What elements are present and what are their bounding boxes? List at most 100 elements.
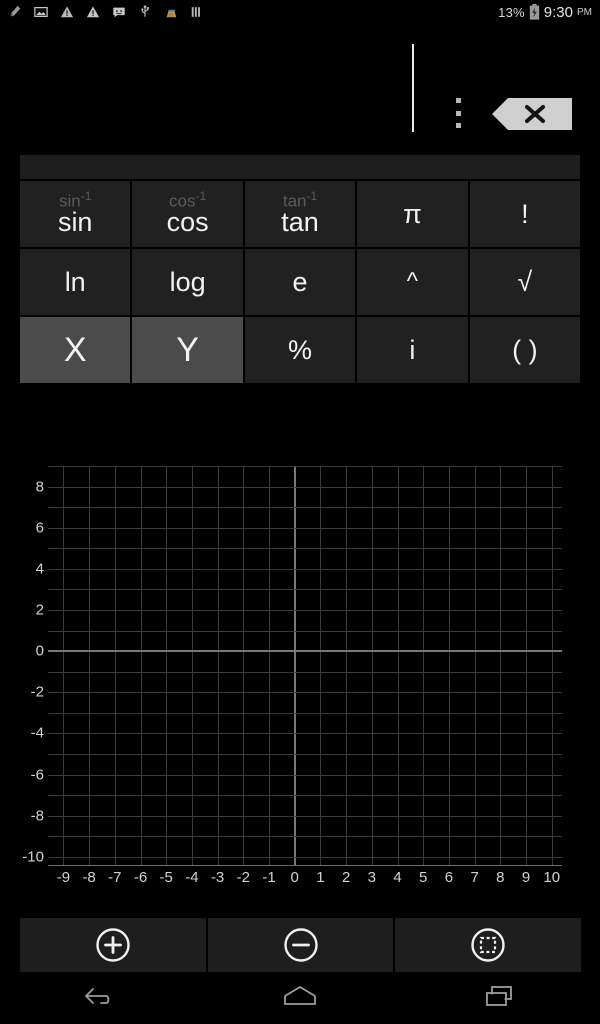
nav-back-button[interactable] <box>50 972 150 1024</box>
key-label: ^ <box>406 268 419 295</box>
usb-icon <box>138 5 152 19</box>
warning-icon <box>60 5 74 19</box>
graph-controls <box>20 918 582 972</box>
graph-x-tick-label: 8 <box>496 869 505 886</box>
key-[interactable]: ( ) <box>469 317 581 383</box>
graph-x-tick-label: 5 <box>419 869 428 886</box>
graph-gridline-horizontal <box>48 507 562 509</box>
graph-x-tick-label: -3 <box>210 869 225 886</box>
graph-x-tick-label: 1 <box>316 869 325 886</box>
battery-percent-label: 13% <box>498 4 525 20</box>
key-i[interactable]: i <box>357 317 468 383</box>
key-[interactable]: π <box>357 181 468 247</box>
graph-x-tick-label: 9 <box>521 869 531 886</box>
nav-home-button[interactable] <box>250 972 350 1024</box>
key-label: √ <box>517 266 533 297</box>
key-label: π <box>403 198 422 229</box>
key-e[interactable]: e <box>244 249 356 315</box>
graph-y-tick-label: -2 <box>30 683 44 701</box>
key-[interactable]: % <box>244 317 356 383</box>
graph-gridline-horizontal <box>48 795 562 797</box>
keypad-rows: sin-1 sin cos-1 cos tan-1 tan π! ln log e ^ √ X Y% i ( … <box>20 181 581 383</box>
graph-gridline-horizontal <box>48 836 562 838</box>
graph-x-axis <box>48 650 562 653</box>
key-[interactable]: ^ <box>357 249 468 315</box>
key-label: ln <box>64 266 86 297</box>
graph-y-tick-label: 4 <box>35 560 44 578</box>
graph-panel[interactable]: 8 6 4 2 0 -2 -4 -6 -8 -10 -9 -8 -7 -6 -5 -4 -3 -2 -1 0 1 2 3 4… <box>0 455 600 910</box>
key-label: X <box>63 331 87 369</box>
graph-gridline-vertical <box>346 466 348 865</box>
graph-y-tick-label: 2 <box>35 601 44 619</box>
message-smiley-icon <box>112 5 126 19</box>
graph-gridline-vertical <box>89 466 91 865</box>
key-label: cos <box>166 206 209 237</box>
fit-region-button[interactable] <box>395 918 582 972</box>
battery-charging-icon <box>529 4 540 20</box>
overflow-dot <box>455 98 461 103</box>
key-x[interactable]: X <box>20 317 131 383</box>
graph-plot-area[interactable] <box>48 466 562 865</box>
keypad-drag-handle[interactable] <box>20 155 580 179</box>
graph-gridline-vertical <box>474 466 476 865</box>
graph-gridline-vertical <box>500 466 502 865</box>
graph-gridline-horizontal <box>48 774 562 776</box>
key-tan[interactable]: tan-1 tan <box>244 181 356 247</box>
zoom-in-button[interactable] <box>20 918 206 972</box>
keypad-row: sin-1 sin cos-1 cos tan-1 tan π! <box>20 181 581 247</box>
graph-gridline-vertical <box>140 466 142 865</box>
key-ln[interactable]: ln <box>20 249 131 315</box>
graph-x-tick-labels: -9 -8 -7 -6 -5 -4 -3 -2 -1 0 1 2 3 4 5 6 7 8 9 10 <box>48 869 600 893</box>
clock-time: 9:30 <box>543 3 573 21</box>
graph-gridline-vertical <box>191 466 193 865</box>
back-arrow-icon <box>83 983 117 1014</box>
keypad-row: X Y% i ( ) <box>20 317 581 383</box>
graph-gridline-vertical <box>63 466 65 865</box>
key-label: ( ) <box>512 334 538 365</box>
graph-y-tick-label: -4 <box>30 724 44 742</box>
expression-caret <box>412 44 414 132</box>
graph-gridline-horizontal <box>48 527 562 529</box>
graph-gridline-vertical <box>448 466 450 865</box>
zoom-out-button[interactable] <box>207 918 394 972</box>
key-label: tan <box>281 206 319 237</box>
graph-gridline-horizontal <box>48 548 562 550</box>
graph-gridline-horizontal <box>48 712 562 714</box>
graph-gridline-horizontal <box>48 671 562 673</box>
key-y[interactable]: Y <box>132 317 243 383</box>
overflow-menu-button[interactable] <box>451 98 465 128</box>
graph-y-axis <box>293 466 296 865</box>
graph-x-tick-label: -9 <box>56 869 71 886</box>
graph-y-tick-label: -8 <box>30 807 44 825</box>
graph-x-tick-label: 10 <box>543 869 561 886</box>
keypad-row: ln log e ^ √ <box>20 249 581 315</box>
graph-y-tick-label: 8 <box>35 478 44 496</box>
function-keypad: sin-1 sin cos-1 cos tan-1 tan π! ln log e ^ √ X Y% i ( … <box>20 155 581 385</box>
key-[interactable]: ! <box>469 181 581 247</box>
graph-gridline-horizontal <box>48 856 562 858</box>
key-inverse-exponent: -1 <box>80 189 92 203</box>
recents-icon <box>483 983 517 1014</box>
graph-x-tick-label: 7 <box>470 869 479 886</box>
key-log[interactable]: log <box>132 249 243 315</box>
key-sin[interactable]: sin-1 sin <box>20 181 131 247</box>
graph-gridline-horizontal <box>48 466 562 467</box>
graph-gridline-vertical <box>114 466 116 865</box>
graph-gridline-vertical <box>217 466 219 865</box>
key-label: Y <box>176 331 199 369</box>
graph-x-tick-label: 2 <box>341 869 351 886</box>
graph-x-tick-label: -4 <box>185 869 199 886</box>
backspace-button[interactable] <box>490 98 572 130</box>
key-cos[interactable]: cos-1 cos <box>132 181 243 247</box>
android-nav-bar <box>0 972 600 1024</box>
key-[interactable]: √ <box>469 249 581 315</box>
graph-gridline-horizontal <box>48 692 562 694</box>
graph-gridline-vertical <box>371 466 373 865</box>
key-label: i <box>409 334 416 365</box>
graph-gridline-horizontal <box>48 630 562 632</box>
graph-gridline-vertical <box>269 466 271 865</box>
nav-recents-button[interactable] <box>450 972 550 1024</box>
key-label: ! <box>521 198 529 229</box>
expression-display[interactable] <box>0 24 600 152</box>
graph-gridline-vertical <box>243 466 245 865</box>
